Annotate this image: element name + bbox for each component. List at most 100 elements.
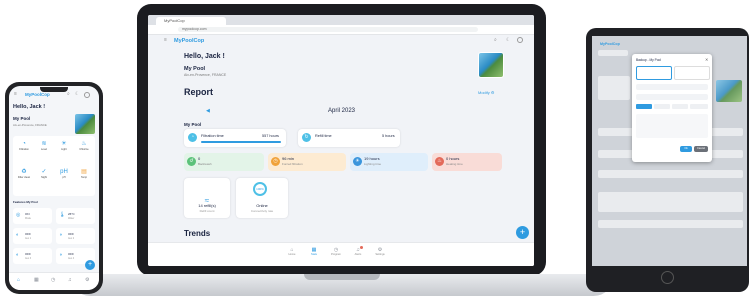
app-title: MyPoolCop bbox=[600, 42, 620, 46]
nav-label: Alerts bbox=[354, 253, 362, 256]
tablet-screen: MyPoolCop Backup - My Pool ✕ Ok Cancel bbox=[592, 36, 747, 266]
modal-segment-active[interactable] bbox=[636, 104, 652, 109]
browser-tab-bar: MyPoolCop bbox=[148, 15, 534, 25]
stat-lighting: ☀ 19 hours Lighting time bbox=[350, 153, 428, 171]
greeting: Hello, Jack ! bbox=[184, 53, 225, 60]
filtration-icon: ◔ bbox=[188, 133, 197, 142]
feature-caption: Aux 1 bbox=[25, 237, 32, 240]
backup-option-a[interactable] bbox=[636, 66, 672, 80]
gear-icon[interactable]: ⚙ bbox=[85, 277, 89, 283]
refills-caption: Refill count bbox=[199, 209, 215, 213]
browser-tab[interactable]: MyPoolCop bbox=[156, 17, 226, 25]
nav-stats[interactable]: ▦ Stats bbox=[306, 247, 322, 256]
aux-icon: ◑ bbox=[59, 232, 63, 238]
tablet-home-button[interactable] bbox=[661, 271, 674, 284]
recycle-icon: ♻ bbox=[21, 169, 27, 175]
pool-photo bbox=[716, 80, 742, 102]
control-filtration[interactable]: ◔ Filtration bbox=[15, 140, 33, 151]
control-light[interactable]: ☀ Light bbox=[55, 140, 73, 151]
add-button[interactable]: + bbox=[516, 226, 529, 239]
control-level[interactable]: ≋ Level bbox=[35, 140, 53, 151]
aux-icon: ◐ bbox=[16, 252, 20, 258]
aux-icon: ◐ bbox=[16, 232, 20, 238]
feature-card[interactable]: ◐ OFF Aux 1 bbox=[13, 228, 52, 244]
filtration-label: Filtration time bbox=[201, 134, 224, 138]
tablet-row bbox=[598, 170, 743, 178]
url-field[interactable]: mypoolcop.com bbox=[178, 27, 478, 32]
connectivity-ring: 100% bbox=[253, 182, 267, 196]
online-caption: Connectivity rate bbox=[250, 209, 274, 213]
refill-icon: ↻ bbox=[302, 133, 311, 142]
nav-alerts[interactable]: ♫ Alerts bbox=[350, 247, 366, 256]
modal-segment[interactable] bbox=[690, 104, 708, 109]
feature-card[interactable]: 🌡 26°C Water bbox=[56, 208, 95, 224]
control-chlorine[interactable]: ♨ Chlorine bbox=[75, 140, 93, 151]
modify-link[interactable]: Modify ⚙ bbox=[478, 90, 494, 95]
stat-caption: Backwash bbox=[198, 162, 212, 166]
modal-field[interactable] bbox=[636, 84, 708, 90]
prev-month-icon[interactable]: ◀ bbox=[206, 108, 210, 114]
stat-value: 0 bbox=[198, 156, 201, 161]
control-night[interactable]: ✓ Night bbox=[35, 168, 53, 179]
search-icon[interactable]: ⌕ bbox=[67, 91, 70, 97]
chart-icon[interactable]: ▦ bbox=[34, 277, 39, 283]
home-icon[interactable]: ⌂ bbox=[17, 277, 20, 283]
nav-program[interactable]: ◷ Program bbox=[328, 247, 344, 256]
nav-label: Settings bbox=[375, 253, 385, 256]
tablet-greeting-placeholder bbox=[598, 50, 628, 56]
control-ph[interactable]: pH pH bbox=[55, 168, 73, 179]
moon-icon[interactable]: ☾ bbox=[75, 91, 79, 97]
nav-label: Home bbox=[288, 253, 296, 256]
chlorine-icon: ♨ bbox=[81, 141, 87, 147]
phone-screen: ≡ MyPoolCop ⌕ ☾ Hello, Jack ! My Pool Ai… bbox=[9, 86, 99, 290]
add-button[interactable]: + bbox=[85, 260, 95, 270]
feature-card[interactable]: ◐ OFF Aux 3 bbox=[13, 248, 52, 264]
thermometer-icon: ▤ bbox=[81, 169, 87, 175]
backup-option-b[interactable] bbox=[674, 66, 710, 80]
online-value: Online bbox=[256, 203, 268, 208]
nav-home[interactable]: ⌂ Home bbox=[284, 247, 300, 256]
refills-value: 14 refill(s) bbox=[198, 203, 216, 208]
moon-icon[interactable]: ☾ bbox=[506, 37, 510, 43]
stat-caption: Heating time bbox=[446, 162, 463, 166]
search-icon[interactable]: ⌕ bbox=[494, 37, 497, 43]
menu-icon[interactable]: ≡ bbox=[164, 37, 167, 43]
control-temp[interactable]: ▤ Temp bbox=[75, 168, 93, 179]
menu-icon[interactable]: ≡ bbox=[14, 91, 17, 97]
close-icon[interactable]: ✕ bbox=[705, 57, 708, 62]
ph-icon: pH bbox=[60, 169, 68, 175]
clock-icon[interactable]: ◷ bbox=[51, 277, 55, 283]
aux-icon: ◑ bbox=[59, 252, 63, 258]
report-month: April 2023 bbox=[328, 108, 356, 114]
refill-card[interactable]: ↻ Refill time 5 hours bbox=[298, 129, 400, 147]
confirm-button[interactable]: Ok bbox=[680, 146, 692, 152]
flame-icon: ♨ bbox=[435, 157, 444, 166]
modal-segment[interactable] bbox=[654, 104, 670, 109]
pool-name: My Pool bbox=[13, 116, 31, 121]
control-label: Temp bbox=[80, 176, 88, 179]
feature-value: 26°C bbox=[68, 212, 75, 216]
avatar[interactable] bbox=[84, 92, 90, 98]
avatar[interactable] bbox=[517, 37, 523, 43]
stat-value: 0 hours bbox=[446, 156, 460, 161]
feature-caption: Water bbox=[68, 217, 75, 220]
control-label: Night bbox=[41, 176, 47, 179]
tablet-controls-block bbox=[598, 76, 630, 100]
filtration-card[interactable]: ◔ Filtration time 557 hours bbox=[184, 129, 286, 147]
feature-card[interactable]: ◑ OFF Aux 2 bbox=[56, 228, 95, 244]
water-level-icon: ≋ bbox=[41, 141, 47, 147]
control-filter-clean[interactable]: ♻ Filter clean bbox=[15, 168, 33, 179]
modal-field[interactable] bbox=[636, 94, 708, 100]
feature-value: OFF bbox=[25, 232, 31, 236]
nav-label: Program bbox=[331, 253, 341, 256]
stat-value: 96 min bbox=[282, 156, 295, 161]
control-label: Level bbox=[41, 148, 47, 151]
nav-settings[interactable]: ⚙ Settings bbox=[372, 247, 388, 256]
pool-name: My Pool bbox=[184, 66, 206, 72]
modal-segment[interactable] bbox=[672, 104, 688, 109]
pool-photo bbox=[75, 114, 95, 134]
cancel-button[interactable]: Cancel bbox=[694, 146, 708, 152]
feature-card[interactable]: ◎ ON Mode bbox=[13, 208, 52, 224]
pool-address: Aix-en-Provence, FRANCE bbox=[184, 73, 227, 77]
bell-icon[interactable]: ♫ bbox=[68, 277, 72, 283]
